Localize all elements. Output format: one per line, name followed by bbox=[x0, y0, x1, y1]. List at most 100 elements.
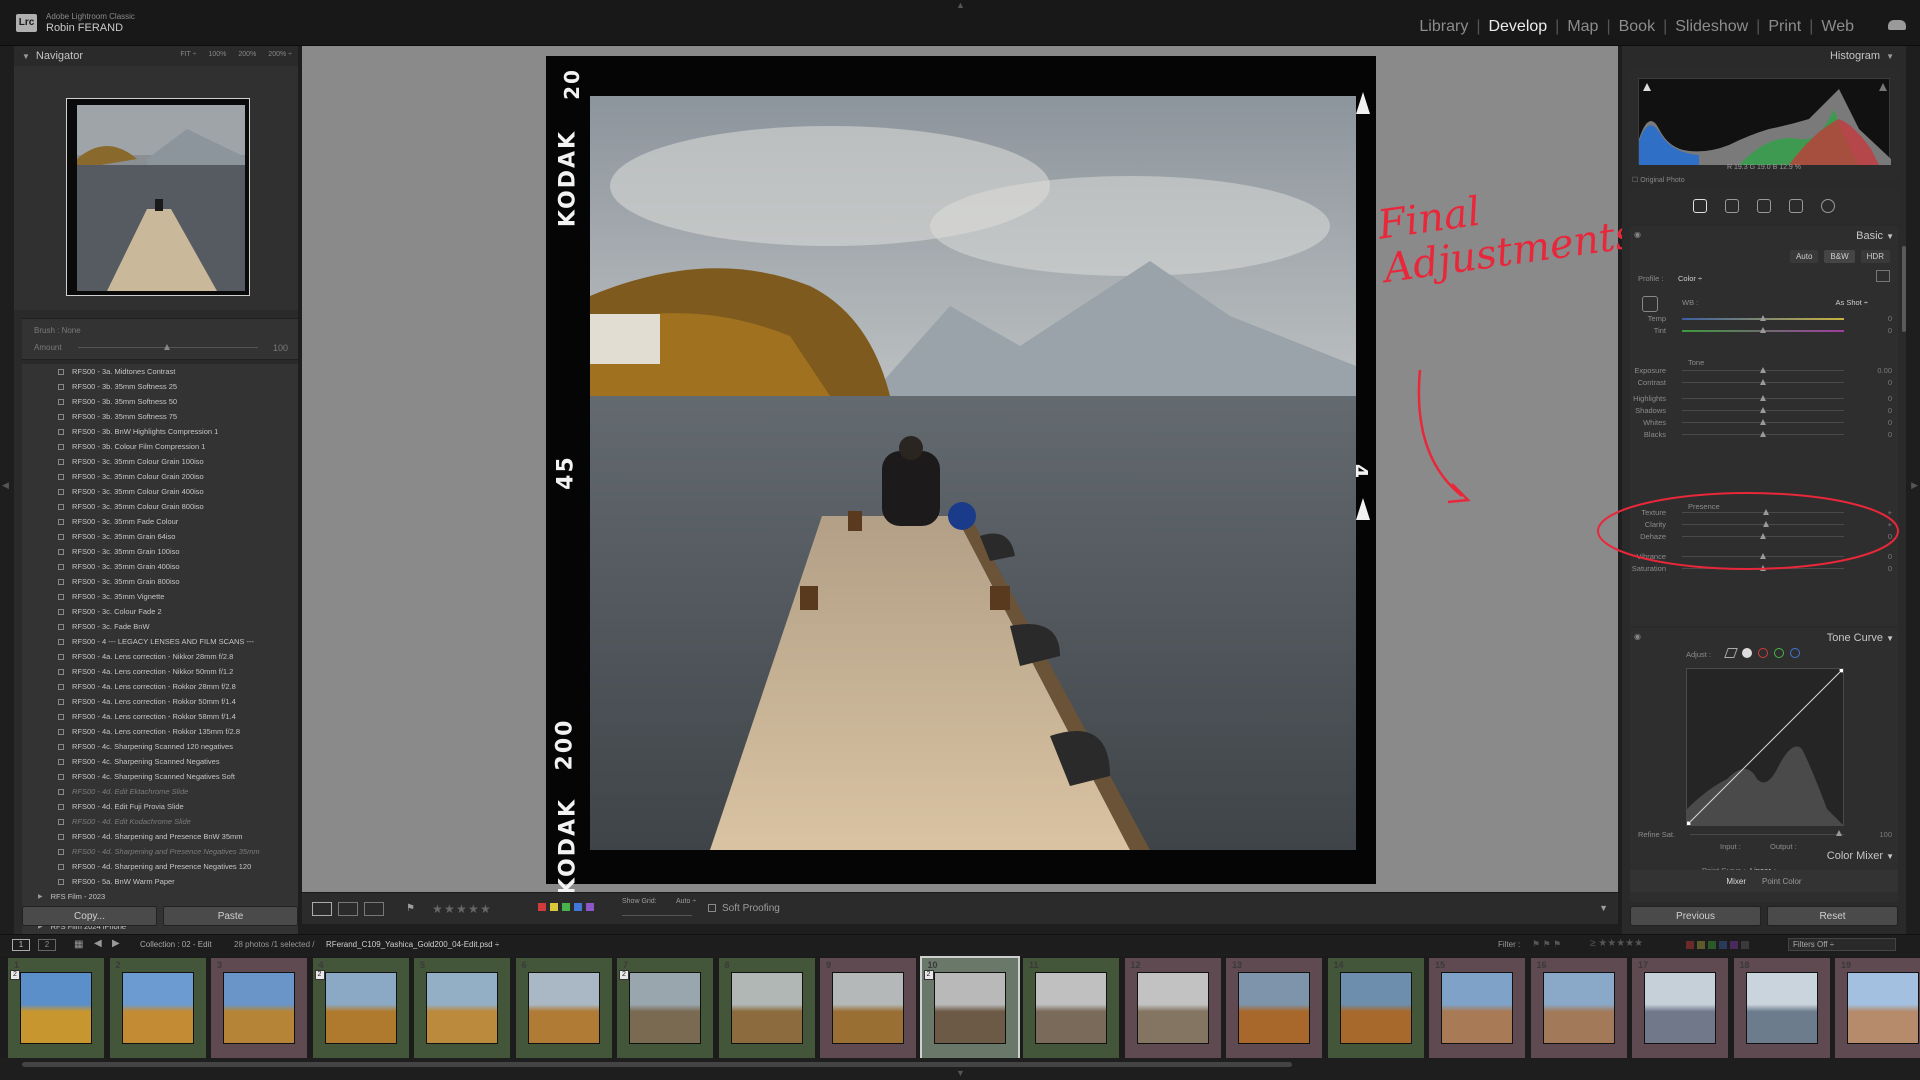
color-label-3[interactable] bbox=[562, 903, 570, 911]
stack-badge[interactable]: 2 bbox=[314, 970, 325, 980]
module-develop[interactable]: Develop bbox=[1480, 18, 1555, 36]
filmstrip-thumbnail[interactable]: 13 bbox=[1226, 958, 1322, 1058]
mixer-tab[interactable]: Mixer bbox=[1726, 877, 1746, 886]
preset-item[interactable]: RFS00 - 4d. Edit Fuji Provia Slide bbox=[22, 799, 298, 814]
color-mixer-header[interactable]: Color Mixer ▼ bbox=[1827, 850, 1894, 862]
image-canvas[interactable]: 20 KODAK 45 200 KODAK 4 Final Adjustment… bbox=[302, 46, 1638, 895]
red-eye-icon[interactable] bbox=[1789, 199, 1803, 213]
rating-star-3[interactable]: ★ bbox=[456, 902, 467, 916]
profile-browser-icon[interactable] bbox=[1876, 270, 1890, 282]
show-grid-select[interactable]: Auto ÷ bbox=[676, 898, 696, 905]
previous-button[interactable]: Previous bbox=[1630, 906, 1761, 926]
red-channel-icon[interactable] bbox=[1758, 648, 1768, 658]
paste-button[interactable]: Paste bbox=[163, 906, 298, 926]
wb-select[interactable]: As Shot ÷ bbox=[1836, 298, 1868, 307]
main-photo[interactable] bbox=[590, 96, 1356, 850]
filmstrip-thumbnail[interactable]: 18 bbox=[1733, 958, 1830, 1058]
filmstrip-thumbnail[interactable]: 10 2 bbox=[919, 956, 1020, 1058]
compare-view-icon[interactable] bbox=[364, 902, 384, 916]
filmstrip-thumbnail[interactable]: 5 bbox=[414, 958, 510, 1058]
highlights-slider-thumb[interactable] bbox=[1760, 395, 1766, 401]
filter-stars[interactable]: ≥ ★★★★★ bbox=[1590, 938, 1643, 949]
profile-select[interactable]: Color ÷ bbox=[1678, 274, 1702, 283]
masking-icon[interactable] bbox=[1821, 199, 1835, 213]
mode-tab-b-w[interactable]: B&W bbox=[1824, 250, 1855, 263]
mode-tab-auto[interactable]: Auto bbox=[1789, 250, 1819, 263]
tone-curve-header[interactable]: Tone Curve ▼ bbox=[1827, 632, 1894, 644]
preset-item[interactable]: RFS00 - 4c. Sharpening Scanned Negatives bbox=[22, 754, 298, 769]
collapse-triangle-icon[interactable]: ▼ bbox=[1886, 232, 1894, 241]
right-panel-scrollbar[interactable] bbox=[1902, 246, 1906, 332]
refine-sat-thumb[interactable] bbox=[1836, 830, 1842, 836]
grid-slider[interactable] bbox=[622, 915, 692, 916]
preset-item[interactable]: RFS00 - 4c. Sharpening Scanned Negatives… bbox=[22, 769, 298, 784]
toolbar-menu-icon[interactable]: ▼ bbox=[1599, 903, 1608, 913]
original-photo-toggle[interactable]: ☐ Original Photo bbox=[1632, 176, 1685, 184]
whites-slider-thumb[interactable] bbox=[1760, 419, 1766, 425]
back-arrow-icon[interactable]: ◀ bbox=[94, 938, 102, 949]
preset-item[interactable]: RFS00 - 4a. Lens correction - Nikkor 28m… bbox=[22, 649, 298, 664]
tone-curve-graph[interactable] bbox=[1685, 667, 1845, 827]
preset-item[interactable]: RFS00 - 3c. 35mm Vignette bbox=[22, 589, 298, 604]
preset-item[interactable]: RFS00 - 4d. Sharpening and Presence Nega… bbox=[22, 859, 298, 874]
filmstrip-thumbnail[interactable]: 72 bbox=[617, 958, 713, 1058]
stack-badge[interactable]: 2 bbox=[619, 970, 629, 980]
preset-item[interactable]: RFS00 - 4d. Edit Ektachrome Slide bbox=[22, 784, 298, 799]
preset-item[interactable]: RFS00 - 4d. Sharpening and Presence Nega… bbox=[22, 844, 298, 859]
filter-color-labels[interactable] bbox=[1686, 941, 1749, 949]
preset-item[interactable]: RFS00 - 3c. 35mm Colour Grain 200iso bbox=[22, 469, 298, 484]
filename-select[interactable]: RFerand_C109_Yashica_Gold200_04-Edit.psd… bbox=[326, 940, 499, 949]
filmstrip-thumbnail[interactable]: 19 bbox=[1835, 958, 1920, 1058]
left-panel-toggle-icon[interactable]: ◀ bbox=[2, 480, 9, 491]
rating-star-5[interactable]: ★ bbox=[480, 902, 491, 916]
healing-icon[interactable] bbox=[1757, 199, 1771, 213]
preset-item[interactable]: RFS00 - 3c. 35mm Fade Colour bbox=[22, 514, 298, 529]
module-library[interactable]: Library bbox=[1411, 18, 1476, 36]
tint-slider-thumb[interactable] bbox=[1760, 327, 1766, 333]
green-channel-icon[interactable] bbox=[1774, 648, 1784, 658]
filmstrip-thumbnail[interactable]: 16 bbox=[1530, 958, 1627, 1058]
preset-item[interactable]: RFS00 - 4a. Lens correction - Nikkor 50m… bbox=[22, 664, 298, 679]
preset-item[interactable]: RFS00 - 3c. 35mm Grain 400iso bbox=[22, 559, 298, 574]
filters-off-select[interactable]: Filters Off ÷ bbox=[1788, 938, 1896, 951]
bottom-panel-toggle-icon[interactable]: ▼ bbox=[956, 1068, 965, 1078]
exposure-slider-thumb[interactable] bbox=[1760, 367, 1766, 373]
filmstrip-thumbnail[interactable]: 9 bbox=[820, 958, 916, 1058]
grid-view-icon[interactable]: ▦ bbox=[74, 939, 83, 950]
histogram-graph[interactable] bbox=[1638, 78, 1891, 165]
filmstrip-thumbnail[interactable]: 3 bbox=[211, 958, 307, 1058]
shadows-slider-thumb[interactable] bbox=[1760, 407, 1766, 413]
window-2-button[interactable]: 2 bbox=[38, 939, 56, 951]
preset-item[interactable]: RFS00 - 3a. Midtones Contrast bbox=[22, 364, 298, 379]
parametric-curve-icon[interactable] bbox=[1724, 648, 1738, 658]
copy-button[interactable]: Copy... bbox=[22, 906, 157, 926]
zoom-100[interactable]: 100% bbox=[208, 51, 226, 58]
module-book[interactable]: Book bbox=[1611, 18, 1663, 36]
white-channel-icon[interactable] bbox=[1742, 648, 1752, 658]
preset-item[interactable]: RFS00 - 3c. Fade BnW bbox=[22, 619, 298, 634]
filmstrip-thumbnail[interactable]: 15 bbox=[1429, 958, 1525, 1058]
histogram-header[interactable]: Histogram ▼ bbox=[1622, 46, 1906, 66]
point-color-tab[interactable]: Point Color bbox=[1762, 877, 1802, 886]
preset-item[interactable]: RFS00 - 4d. Sharpening and Presence BnW … bbox=[22, 829, 298, 844]
temp-slider-thumb[interactable] bbox=[1760, 315, 1766, 321]
zoom-fit[interactable]: FIT ÷ bbox=[180, 51, 196, 58]
color-label-5[interactable] bbox=[586, 903, 594, 911]
preset-item[interactable]: RFS00 - 3b. 35mm Softness 50 bbox=[22, 394, 298, 409]
collapse-triangle-icon[interactable]: ▼ bbox=[1886, 852, 1894, 861]
navigator-thumbnail[interactable] bbox=[66, 98, 250, 296]
collapse-triangle-icon[interactable]: ▼ bbox=[22, 52, 30, 61]
zoom-custom[interactable]: 200% ÷ bbox=[268, 51, 292, 58]
expand-triangle-icon[interactable]: ▶ bbox=[38, 893, 43, 900]
module-slideshow[interactable]: Slideshow bbox=[1667, 18, 1756, 36]
preset-item[interactable]: RFS00 - 4d. Edit Kodachrome Slide bbox=[22, 814, 298, 829]
preset-item[interactable]: RFS00 - 3b. 35mm Softness 25 bbox=[22, 379, 298, 394]
preset-item[interactable]: RFS00 - 3b. 35mm Softness 75 bbox=[22, 409, 298, 424]
collapse-triangle-icon[interactable]: ▼ bbox=[1886, 634, 1894, 643]
rating-star-4[interactable]: ★ bbox=[468, 902, 479, 916]
preset-item[interactable]: RFS00 - 3c. 35mm Grain 100iso bbox=[22, 544, 298, 559]
basic-header[interactable]: Basic ▼ bbox=[1856, 230, 1894, 242]
filter-flags-icon[interactable]: ⚑ ⚑ ⚑ bbox=[1532, 939, 1561, 950]
preset-item[interactable]: RFS00 - 5a. BnW Warm Paper bbox=[22, 874, 298, 889]
panel-eye-icon[interactable]: ◉ bbox=[1634, 632, 1641, 641]
